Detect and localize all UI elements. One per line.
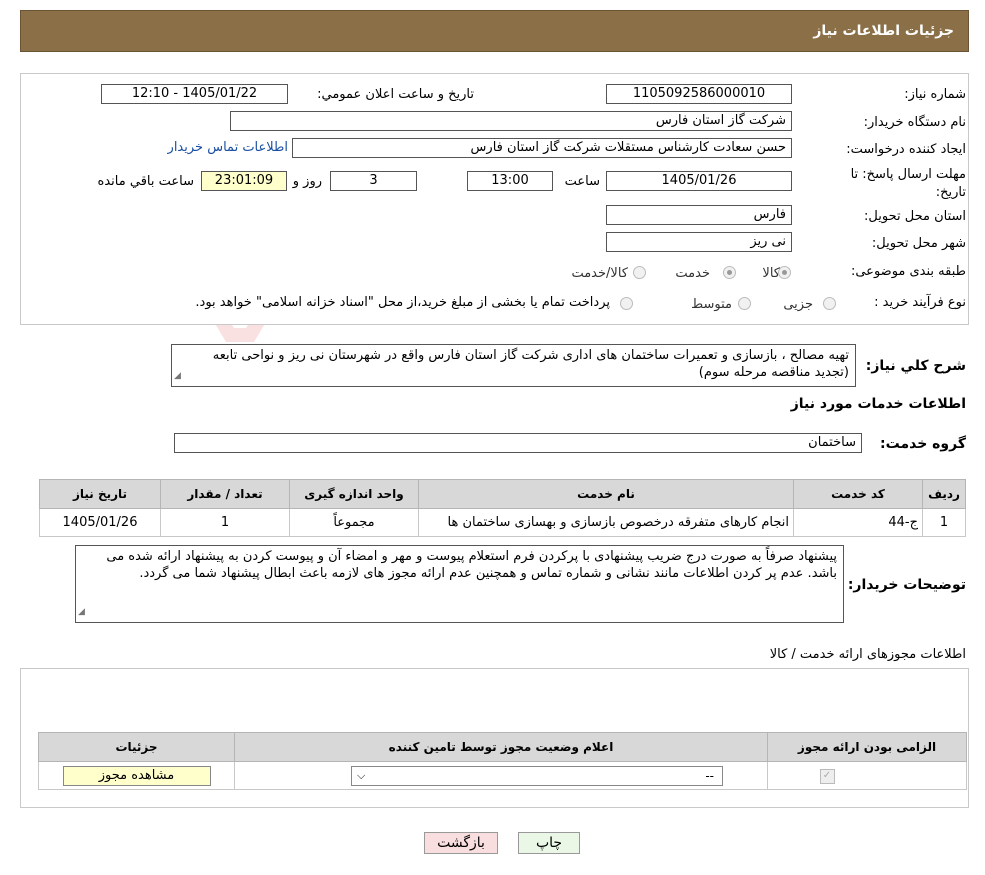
col-quantity: تعداد / مقدار	[160, 479, 290, 509]
services-table: رديف کد خدمت نام خدمت واحد اندازه گیری ت…	[39, 479, 966, 537]
category-option-goods: کالا	[762, 266, 780, 281]
cell-service-name: انجام کارهای متفرقه درخصوص بازسازی و بهس…	[418, 508, 794, 537]
service-group-label: گروه خدمت:	[880, 436, 966, 452]
process-option-medium: متوسط	[691, 297, 732, 312]
remaining-time-field: 23:01:09	[201, 171, 287, 191]
table-row: ✓ -- ⌵ مشاهده مجوز	[38, 761, 967, 790]
col-permit-details: جزئیات	[38, 732, 235, 762]
process-radio-minor[interactable]	[823, 297, 836, 310]
page-title: جزئیات اطلاعات نیاز	[813, 23, 954, 39]
resize-grip-icon: ◢	[174, 371, 181, 381]
required-checkbox-icon[interactable]: ✓	[819, 769, 835, 784]
cell-unit: مجموعاً	[289, 508, 419, 537]
cell-permit-required: ✓	[767, 761, 967, 790]
deadline-time-label: ساعت	[564, 174, 600, 189]
announce-datetime-field: 1405/01/22 - 12:10	[101, 84, 288, 104]
category-option-goods-service: کالا/خدمت	[571, 266, 628, 281]
permit-status-select[interactable]: -- ⌵	[351, 765, 723, 786]
deadline-label: مهلت ارسال پاسخ: تا تاریخ:	[850, 167, 966, 200]
category-label: طبقه بندی موضوعی:	[850, 264, 966, 279]
col-permit-status: اعلام وضعیت مجوز توسط تامین کننده	[234, 732, 768, 762]
col-need-date: تاریخ نیاز	[39, 479, 161, 509]
permit-status-value: --	[705, 768, 714, 783]
category-option-service: خدمت	[675, 266, 710, 281]
cell-permit-status: -- ⌵	[234, 761, 768, 790]
days-label: روز و	[292, 174, 322, 189]
permits-table: الزامی بودن ارائه مجوز اعلام وضعیت مجوز …	[38, 732, 967, 790]
remaining-label: ساعت باقي مانده	[97, 174, 194, 189]
col-service-name: نام خدمت	[418, 479, 794, 509]
process-note: پرداخت تمام یا بخشی از مبلغ خرید،از محل …	[195, 295, 610, 310]
process-label: نوع فرآیند خرید :	[874, 295, 966, 310]
province-label: استان محل تحویل:	[864, 209, 966, 224]
table-row: 1 ج-44 انجام کارهای متفرقه درخصوص بازساز…	[39, 508, 966, 537]
service-group-field: ساختمان	[174, 433, 862, 453]
city-field: نی ریز	[606, 232, 792, 252]
services-header-row: رديف کد خدمت نام خدمت واحد اندازه گیری ت…	[39, 479, 966, 509]
back-button[interactable]: بازگشت	[424, 832, 498, 854]
buyer-org-label: نام دستگاه خریدار:	[863, 115, 966, 130]
buyer-notes-textarea[interactable]: پیشنهاد صرفاً به صورت درج ضریب پیشنهادی …	[75, 545, 844, 623]
summary-text: تهیه مصالح ، بازسازی و تعمیرات ساختمان ه…	[212, 348, 849, 380]
permits-section-title: اطلاعات مجوزهای ارائه خدمت / کالا	[769, 647, 966, 662]
cell-row: 1	[922, 508, 966, 537]
summary-label: شرح کلي نياز:	[865, 358, 966, 374]
process-radio-medium[interactable]	[738, 297, 751, 310]
cell-need-date: 1405/01/26	[39, 508, 161, 537]
col-service-code: کد خدمت	[793, 479, 923, 509]
process-option-minor: جزیی	[783, 297, 813, 312]
deadline-date-field: 1405/01/26	[606, 171, 792, 191]
days-field: 3	[330, 171, 417, 191]
resize-grip-icon: ◢	[78, 607, 85, 617]
cell-quantity: 1	[160, 508, 290, 537]
creator-label: ایجاد کننده درخواست:	[846, 142, 966, 157]
view-permit-button[interactable]: مشاهده مجوز	[62, 765, 211, 786]
print-button[interactable]: چاپ	[518, 832, 580, 854]
category-radio-service[interactable]	[723, 266, 736, 279]
creator-field: حسن سعادت کارشناس مستقلات شرکت گاز استان…	[292, 138, 792, 158]
cell-permit-details: مشاهده مجوز	[38, 761, 235, 790]
cell-service-code: ج-44	[793, 508, 923, 537]
col-permit-required: الزامی بودن ارائه مجوز	[767, 732, 967, 762]
page-header: جزئیات اطلاعات نیاز	[20, 10, 969, 52]
need-number-label: شماره نیاز:	[904, 87, 966, 102]
announce-label: تاریخ و ساعت اعلان عمومي:	[317, 87, 474, 102]
need-number-field: 1105092586000010	[606, 84, 792, 104]
col-unit: واحد اندازه گیری	[289, 479, 419, 509]
summary-textarea[interactable]: تهیه مصالح ، بازسازی و تعمیرات ساختمان ه…	[171, 344, 856, 387]
buyer-contact-link[interactable]: اطلاعات تماس خریدار	[168, 140, 288, 155]
permits-header-row: الزامی بودن ارائه مجوز اعلام وضعیت مجوز …	[38, 732, 967, 762]
services-section-title: اطلاعات خدمات مورد نیاز	[790, 396, 966, 412]
category-radio-goods-service[interactable]	[633, 266, 646, 279]
buyer-org-field: شرکت گاز استان فارس	[230, 111, 792, 131]
deadline-time-field: 13:00	[467, 171, 553, 191]
province-field: فارس	[606, 205, 792, 225]
col-row: رديف	[922, 479, 966, 509]
chevron-down-icon: ⌵	[357, 768, 366, 782]
city-label: شهر محل تحویل:	[871, 236, 966, 251]
buyer-notes-label: توضیحات خریدار:	[847, 577, 966, 593]
treasury-checkbox[interactable]	[620, 297, 633, 310]
buyer-notes-text: پیشنهاد صرفاً به صورت درج ضریب پیشنهادی …	[106, 549, 837, 581]
